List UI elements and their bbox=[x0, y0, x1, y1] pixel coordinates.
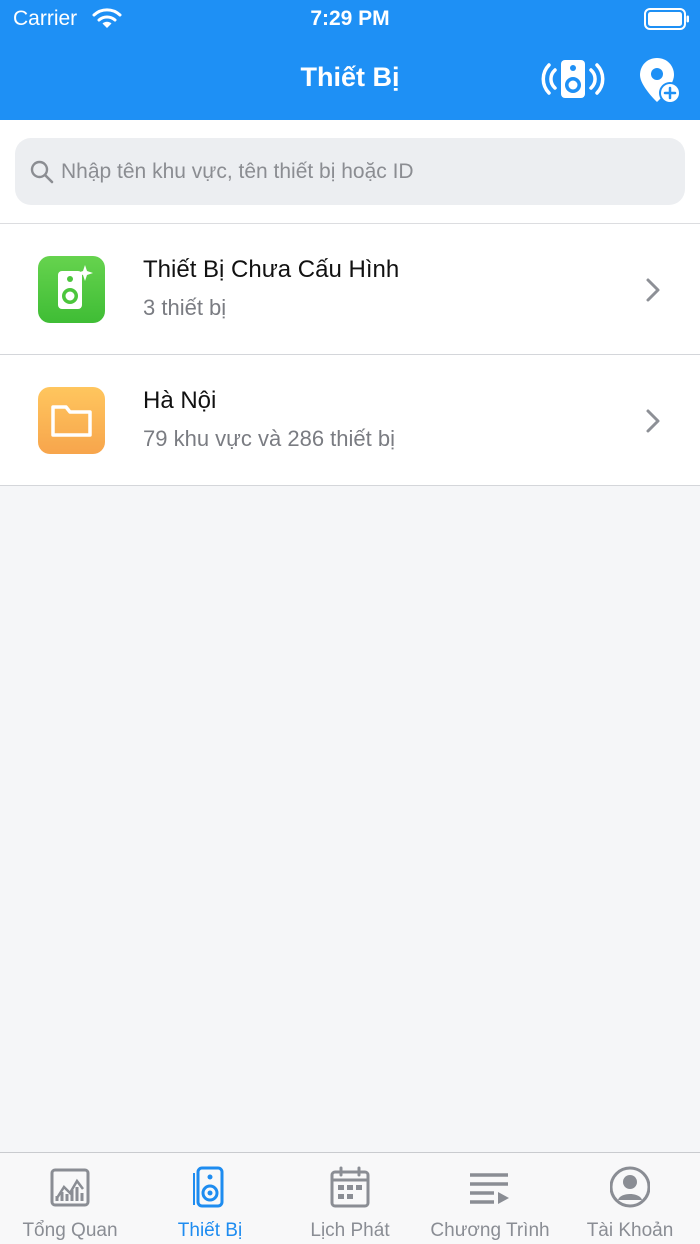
row-subtitle: 79 khu vực và 286 thiết bị bbox=[143, 426, 395, 451]
tab-label: Tài Khoản bbox=[586, 1220, 674, 1241]
list-item-unconfigured-devices[interactable]: Thiết Bị Chưa Cấu Hình 3 thiết bị bbox=[0, 224, 700, 355]
chart-icon bbox=[50, 1168, 90, 1207]
tab-label: Tổng Quan bbox=[22, 1220, 118, 1241]
tab-overview[interactable]: Tổng Quan bbox=[0, 1153, 140, 1244]
row-subtitle: 3 thiết bị bbox=[143, 295, 227, 320]
tab-account[interactable]: Tài Khoản bbox=[560, 1153, 700, 1244]
status-time: 7:29 PM bbox=[310, 7, 390, 30]
playlist-icon bbox=[470, 1173, 509, 1204]
row-title: Thiết Bị Chưa Cấu Hình bbox=[143, 256, 400, 283]
tab-schedule[interactable]: Lịch Phát bbox=[280, 1153, 420, 1244]
folder-icon bbox=[38, 387, 105, 454]
tab-devices[interactable]: Thiết Bị bbox=[140, 1153, 280, 1244]
tab-label: Thiết Bị bbox=[177, 1220, 243, 1241]
tab-bar: Tổng Quan Thiết Bị Lịch Phát Chương Trìn… bbox=[0, 1152, 700, 1244]
header: Carrier 7:29 PM Thiết Bị bbox=[0, 0, 700, 120]
status-bar: Carrier 7:29 PM bbox=[0, 0, 700, 40]
add-location-icon[interactable] bbox=[638, 56, 684, 106]
tab-label: Lịch Phát bbox=[310, 1220, 390, 1241]
battery-icon bbox=[644, 8, 689, 30]
calendar-icon bbox=[330, 1166, 370, 1208]
speaker-icon bbox=[193, 1166, 224, 1208]
search-box[interactable] bbox=[15, 138, 685, 205]
tab-label: Chương Trình bbox=[430, 1220, 550, 1241]
row-title: Hà Nội bbox=[143, 387, 217, 414]
search-area bbox=[0, 120, 700, 224]
chevron-right-icon bbox=[646, 278, 660, 302]
speaker-sparkle-icon bbox=[38, 256, 105, 323]
search-input[interactable] bbox=[61, 138, 671, 205]
tab-programs[interactable]: Chương Trình bbox=[420, 1153, 560, 1244]
speaker-broadcast-icon[interactable] bbox=[540, 58, 606, 100]
search-icon bbox=[30, 160, 54, 184]
list-item-ha-noi[interactable]: Hà Nội 79 khu vực và 286 thiết bị bbox=[0, 355, 700, 486]
account-icon bbox=[610, 1166, 650, 1208]
chevron-right-icon bbox=[646, 409, 660, 433]
